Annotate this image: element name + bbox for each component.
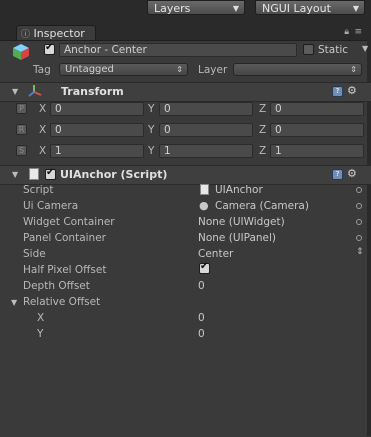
object-picker-icon[interactable] [356, 187, 362, 193]
rotation-x-field[interactable]: 0 [50, 123, 144, 137]
chevron-down-icon: ▼ [352, 4, 359, 13]
position-y-field[interactable]: 0 [159, 102, 253, 116]
property-label: Script [23, 184, 54, 196]
property-label: Widget Container [23, 216, 115, 228]
side-dropdown[interactable]: Center [198, 248, 233, 260]
top-toolbar: Layers ▼ NGUI Layout ▼ [0, 0, 371, 24]
transform-title: Transform [61, 85, 124, 98]
field-value: 1 [275, 145, 282, 157]
tag-dropdown[interactable]: Untagged ⇕ [59, 63, 188, 76]
depth-offset-field[interactable]: 0 [198, 280, 205, 292]
property-value[interactable]: Camera (Camera) [215, 200, 309, 212]
x-label: X [39, 124, 47, 136]
static-label: Static [318, 44, 349, 56]
static-toggle[interactable] [303, 44, 314, 55]
gameobject-cube-icon [12, 43, 30, 61]
camera-icon: ● [199, 199, 209, 212]
layout-dropdown[interactable]: NGUI Layout ▼ [255, 0, 365, 15]
scale-y-field[interactable]: 1 [159, 144, 253, 158]
y-label: Y [148, 124, 155, 136]
position-reset-button[interactable]: P [16, 103, 27, 114]
field-value: 0 [164, 124, 171, 136]
z-label: Z [259, 103, 267, 115]
foldout-arrow-icon[interactable]: ▼ [11, 298, 17, 307]
rotation-y-field[interactable]: 0 [159, 123, 253, 137]
object-picker-icon[interactable] [356, 203, 362, 209]
property-value[interactable]: None (UIWidget) [198, 216, 285, 228]
layers-dropdown-label: Layers [154, 2, 191, 15]
property-label: Side [23, 248, 46, 260]
property-label: Depth Offset [23, 280, 90, 292]
script-file-icon [200, 184, 209, 195]
tab-menu-icon[interactable]: ≡ [354, 27, 362, 37]
rotation-z-field[interactable]: 0 [270, 123, 364, 137]
component-enabled-toggle[interactable]: ✔ [45, 167, 56, 180]
property-label: Half Pixel Offset [23, 264, 107, 276]
field-value: 0 [55, 124, 62, 136]
property-label: Relative Offset [23, 296, 101, 308]
property-value[interactable]: UIAnchor [215, 184, 263, 196]
gameobject-name-field[interactable]: Anchor - Center [59, 43, 297, 57]
scale-reset-button[interactable]: S [16, 145, 27, 156]
z-label: Z [259, 124, 267, 136]
inspector-tab-icon: ⓘ [21, 30, 31, 40]
rotation-reset-button[interactable]: R [16, 124, 27, 135]
scale-x-field[interactable]: 1 [50, 144, 144, 158]
y-label: Y [148, 145, 155, 157]
field-value: 1 [55, 145, 62, 157]
gear-icon[interactable]: ⚙ [347, 167, 357, 180]
x-label: X [39, 145, 47, 157]
layer-label: Layer [198, 64, 228, 76]
object-picker-icon[interactable] [356, 219, 362, 225]
field-value: 0 [164, 103, 171, 115]
field-value: 0 [275, 124, 282, 136]
foldout-arrow-icon[interactable]: ▼ [12, 87, 18, 96]
position-x-field[interactable]: 0 [50, 102, 144, 116]
tab-inspector[interactable]: ⓘ Inspector [16, 25, 96, 40]
property-label: Ui Camera [23, 200, 79, 212]
relative-offset-y-field[interactable]: 0 [198, 328, 205, 340]
checkmark-icon: ✔ [45, 42, 54, 53]
tag-label: Tag [33, 64, 51, 76]
layer-dropdown[interactable]: ⇕ [233, 63, 362, 76]
tab-label: Inspector [33, 27, 85, 40]
gear-icon[interactable]: ⚙ [347, 84, 357, 97]
layout-dropdown-label: NGUI Layout [262, 2, 331, 15]
scale-z-field[interactable]: 1 [270, 144, 364, 158]
property-label: Y [37, 328, 44, 340]
field-value: 1 [164, 145, 171, 157]
y-label: Y [148, 103, 155, 115]
updown-arrows-icon: ⇕ [350, 65, 357, 74]
chevron-down-icon: ▼ [232, 4, 239, 13]
gameobject-name-text: Anchor - Center [64, 44, 147, 56]
checkmark-icon: ✔ [46, 167, 55, 178]
field-value: 0 [55, 103, 62, 115]
relative-offset-x-field[interactable]: 0 [198, 312, 205, 324]
property-label: Panel Container [23, 232, 106, 244]
uianchor-title: UIAnchor (Script) [60, 168, 168, 181]
transform-axis-icon [28, 84, 42, 98]
half-pixel-offset-toggle[interactable]: ✔ [199, 261, 210, 274]
layers-dropdown[interactable]: Layers ▼ [147, 0, 245, 15]
position-z-field[interactable]: 0 [270, 102, 364, 116]
lock-icon[interactable]: 🔒︎ [344, 27, 349, 37]
tag-value: Untagged [65, 64, 114, 75]
property-value[interactable]: None (UIPanel) [198, 232, 276, 244]
updown-arrows-icon[interactable]: ⇕ [356, 247, 364, 257]
z-label: Z [259, 145, 267, 157]
help-book-icon[interactable]: ? [332, 86, 343, 97]
foldout-arrow-icon[interactable]: ▼ [12, 170, 18, 179]
chevron-down-icon[interactable]: ▼ [362, 44, 368, 53]
script-file-icon [29, 168, 39, 180]
active-toggle[interactable]: ✔ [44, 42, 55, 55]
updown-arrows-icon: ⇕ [176, 65, 183, 74]
transform-component-header[interactable]: ▼ Transform ? ⚙ [0, 82, 371, 102]
property-label: X [37, 312, 45, 324]
checkmark-icon: ✔ [200, 261, 209, 272]
object-picker-icon[interactable] [356, 235, 362, 241]
help-book-icon[interactable]: ? [332, 169, 343, 180]
uianchor-component-header[interactable]: ▼ ✔ UIAnchor (Script) ? ⚙ [0, 165, 371, 185]
field-value: 0 [275, 103, 282, 115]
x-label: X [39, 103, 47, 115]
